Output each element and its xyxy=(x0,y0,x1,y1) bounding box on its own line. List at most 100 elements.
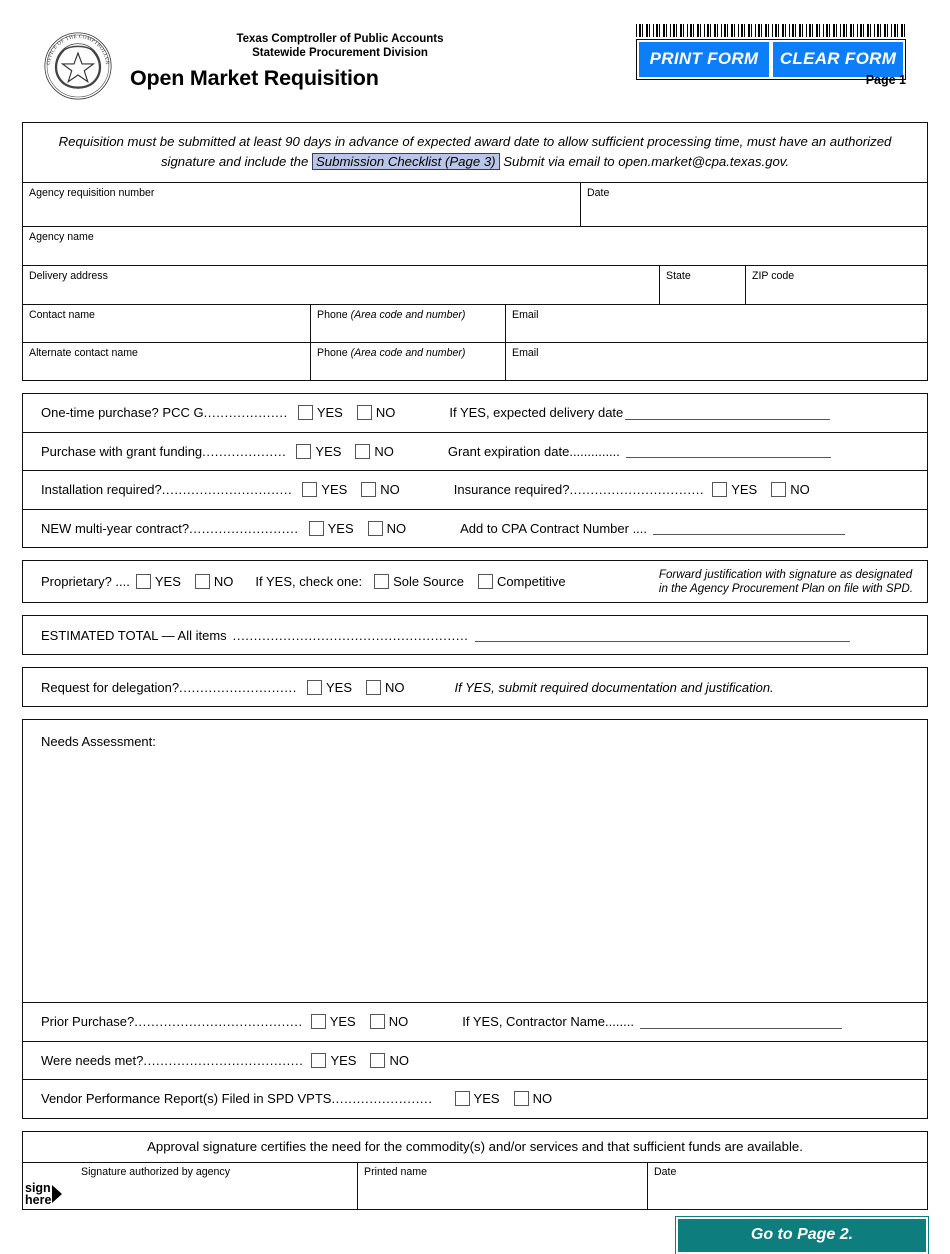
input-grant-expiration-date[interactable] xyxy=(625,444,831,459)
field-alternate-contact-email[interactable]: Email xyxy=(506,343,927,380)
checkbox-proprietary-no[interactable] xyxy=(194,574,210,589)
followup-label: Add to CPA Contract Number .... xyxy=(460,520,648,536)
question-row-one-time-purchase: One-time purchase? PCC G ...............… xyxy=(23,394,927,433)
proprietary-note-line2: in the Agency Procurement Plan on file w… xyxy=(658,581,913,595)
yes-label: YES xyxy=(329,1014,356,1030)
question-label: Purchase with grant funding xyxy=(41,443,203,459)
arrow-right-icon xyxy=(52,1185,63,1203)
checkbox-multi-year-contract-no[interactable] xyxy=(367,520,383,536)
field-delivery-address[interactable]: Delivery address xyxy=(23,266,660,304)
field-state[interactable]: State xyxy=(660,266,746,304)
field-printed-name[interactable]: Printed name xyxy=(358,1162,648,1209)
sign-here-marker: sign here xyxy=(25,1181,63,1207)
checkbox-insurance-required-no[interactable] xyxy=(771,482,787,498)
question-dots: ........................................ xyxy=(134,1014,303,1030)
input-expected-delivery-date[interactable] xyxy=(625,406,831,420)
checkbox-delegation-yes[interactable] xyxy=(306,679,322,695)
approval-statement: Approval signature certifies the need fo… xyxy=(23,1132,927,1163)
estimated-total-label: ESTIMATED TOTAL — All items xyxy=(41,627,227,643)
checkbox-installation-required-no[interactable] xyxy=(361,482,377,498)
input-estimated-total[interactable] xyxy=(474,628,850,642)
delegation-row: Request for delegation? ................… xyxy=(23,668,927,706)
submission-checklist-link[interactable]: Submission Checklist (Page 3) xyxy=(311,153,500,170)
field-row-agency-name: Agency name xyxy=(23,227,927,266)
field-alternate-contact-phone[interactable]: Phone (Area code and number) xyxy=(311,343,506,380)
page-header: OFFICE OF THE COMPTROLLER ★ TEXAS ★ Texa… xyxy=(22,0,928,122)
input-cpa-contract-number[interactable] xyxy=(653,521,846,536)
estimated-total-row: ESTIMATED TOTAL — All items ............… xyxy=(23,616,927,654)
question-row-installation-required: Installation required? .................… xyxy=(23,471,927,510)
checkbox-grant-funding-no[interactable] xyxy=(355,443,371,459)
needs-assessment-label: Needs Assessment: xyxy=(41,734,156,749)
question-row-grant-funding: Purchase with grant funding ............… xyxy=(23,433,927,471)
checkbox-needs-met-no[interactable] xyxy=(370,1052,386,1068)
checkbox-one-time-purchase-yes[interactable] xyxy=(297,405,313,421)
yes-label: YES xyxy=(315,443,342,459)
checkbox-multi-year-contract-yes[interactable] xyxy=(308,520,324,536)
checkbox-prior-purchase-yes[interactable] xyxy=(310,1014,326,1030)
question-label: One-time purchase? PCC G xyxy=(41,405,204,421)
field-contact-phone[interactable]: Phone (Area code and number) xyxy=(311,305,506,342)
requisition-info-section: Requisition must be submitted at least 9… xyxy=(22,122,928,381)
input-contractor-name[interactable] xyxy=(639,1015,842,1029)
question-dots: ...................................... xyxy=(143,1052,304,1068)
checkbox-prior-purchase-no[interactable] xyxy=(369,1014,385,1030)
yes-label: YES xyxy=(154,574,181,589)
field-agency-requisition-number[interactable]: Agency requisition number xyxy=(23,183,581,226)
checkbox-needs-met-yes[interactable] xyxy=(311,1052,327,1068)
field-date[interactable]: Date xyxy=(581,183,927,226)
question-dots: .......................... xyxy=(189,520,299,536)
field-zip-code[interactable]: ZIP code xyxy=(746,266,927,304)
yes-label: YES xyxy=(473,1091,500,1107)
estimated-total-dots: ........................................… xyxy=(232,627,469,643)
field-signature[interactable]: Signature authorized by agency sign here xyxy=(23,1162,358,1209)
no-label: NO xyxy=(790,482,810,498)
field-alternate-contact-name[interactable]: Alternate contact name xyxy=(23,343,311,380)
checkbox-grant-funding-yes[interactable] xyxy=(296,443,312,459)
checkbox-proprietary-yes[interactable] xyxy=(135,574,151,589)
sign-here-line2: here xyxy=(25,1193,52,1207)
yes-label: YES xyxy=(330,1052,357,1068)
needs-assessment-textarea[interactable]: Needs Assessment: xyxy=(23,720,927,1002)
delegation-dots: ............................ xyxy=(179,679,297,695)
field-contact-email[interactable]: Email xyxy=(506,305,927,342)
printed-name-label: Printed name xyxy=(364,1165,428,1178)
field-agency-name[interactable]: Agency name xyxy=(23,227,927,265)
question-dots: ............................... xyxy=(161,482,293,498)
delegation-note: If YES, submit required documentation an… xyxy=(454,679,774,695)
question-label: Were needs met? xyxy=(41,1052,144,1068)
followup-dots: ................................ xyxy=(569,482,705,498)
field-row-address: Delivery address State ZIP code xyxy=(23,266,927,305)
field-approval-date[interactable]: Date xyxy=(648,1163,927,1209)
yes-label: YES xyxy=(321,482,348,498)
proprietary-note: Forward justification with signature as … xyxy=(659,568,927,596)
print-form-button[interactable]: PRINT FORM xyxy=(637,40,771,79)
followup-label: Insurance required? xyxy=(453,482,570,498)
followup-label: If YES, Contractor Name........ xyxy=(462,1014,634,1030)
delegation-label: Request for delegation? xyxy=(41,679,180,695)
question-label: NEW multi-year contract? xyxy=(41,520,190,536)
checkbox-sole-source[interactable] xyxy=(374,574,390,589)
field-row-alt-contact: Alternate contact name Phone (Area code … xyxy=(23,343,927,380)
checkbox-competitive[interactable] xyxy=(477,574,493,589)
checkbox-installation-required-yes[interactable] xyxy=(302,482,318,498)
yes-label: YES xyxy=(325,679,352,695)
yes-label: YES xyxy=(731,482,758,498)
question-dots: .................... xyxy=(203,405,288,421)
form-page: OFFICE OF THE COMPTROLLER ★ TEXAS ★ Texa… xyxy=(0,0,950,1254)
question-dots: ........................ xyxy=(331,1091,433,1107)
checkbox-delegation-no[interactable] xyxy=(366,679,381,695)
no-label: NO xyxy=(532,1091,553,1107)
question-row-prior-purchase: Prior Purchase? ........................… xyxy=(23,1003,927,1042)
proprietary-row: Proprietary? .... YES NO If YES, check o… xyxy=(23,561,927,602)
checkbox-vendor-performance-yes[interactable] xyxy=(454,1091,470,1107)
delegation-section: Request for delegation? ................… xyxy=(22,667,928,707)
field-contact-name[interactable]: Contact name xyxy=(23,305,311,342)
checkbox-insurance-required-yes[interactable] xyxy=(712,482,728,498)
page-title: Open Market Requisition xyxy=(130,66,379,90)
proprietary-label: Proprietary? .... xyxy=(41,574,130,589)
go-to-page-2-button[interactable]: Go to Page 2. xyxy=(675,1215,929,1254)
no-label: NO xyxy=(388,1014,409,1030)
checkbox-one-time-purchase-no[interactable] xyxy=(356,405,372,421)
checkbox-vendor-performance-no[interactable] xyxy=(513,1091,529,1107)
